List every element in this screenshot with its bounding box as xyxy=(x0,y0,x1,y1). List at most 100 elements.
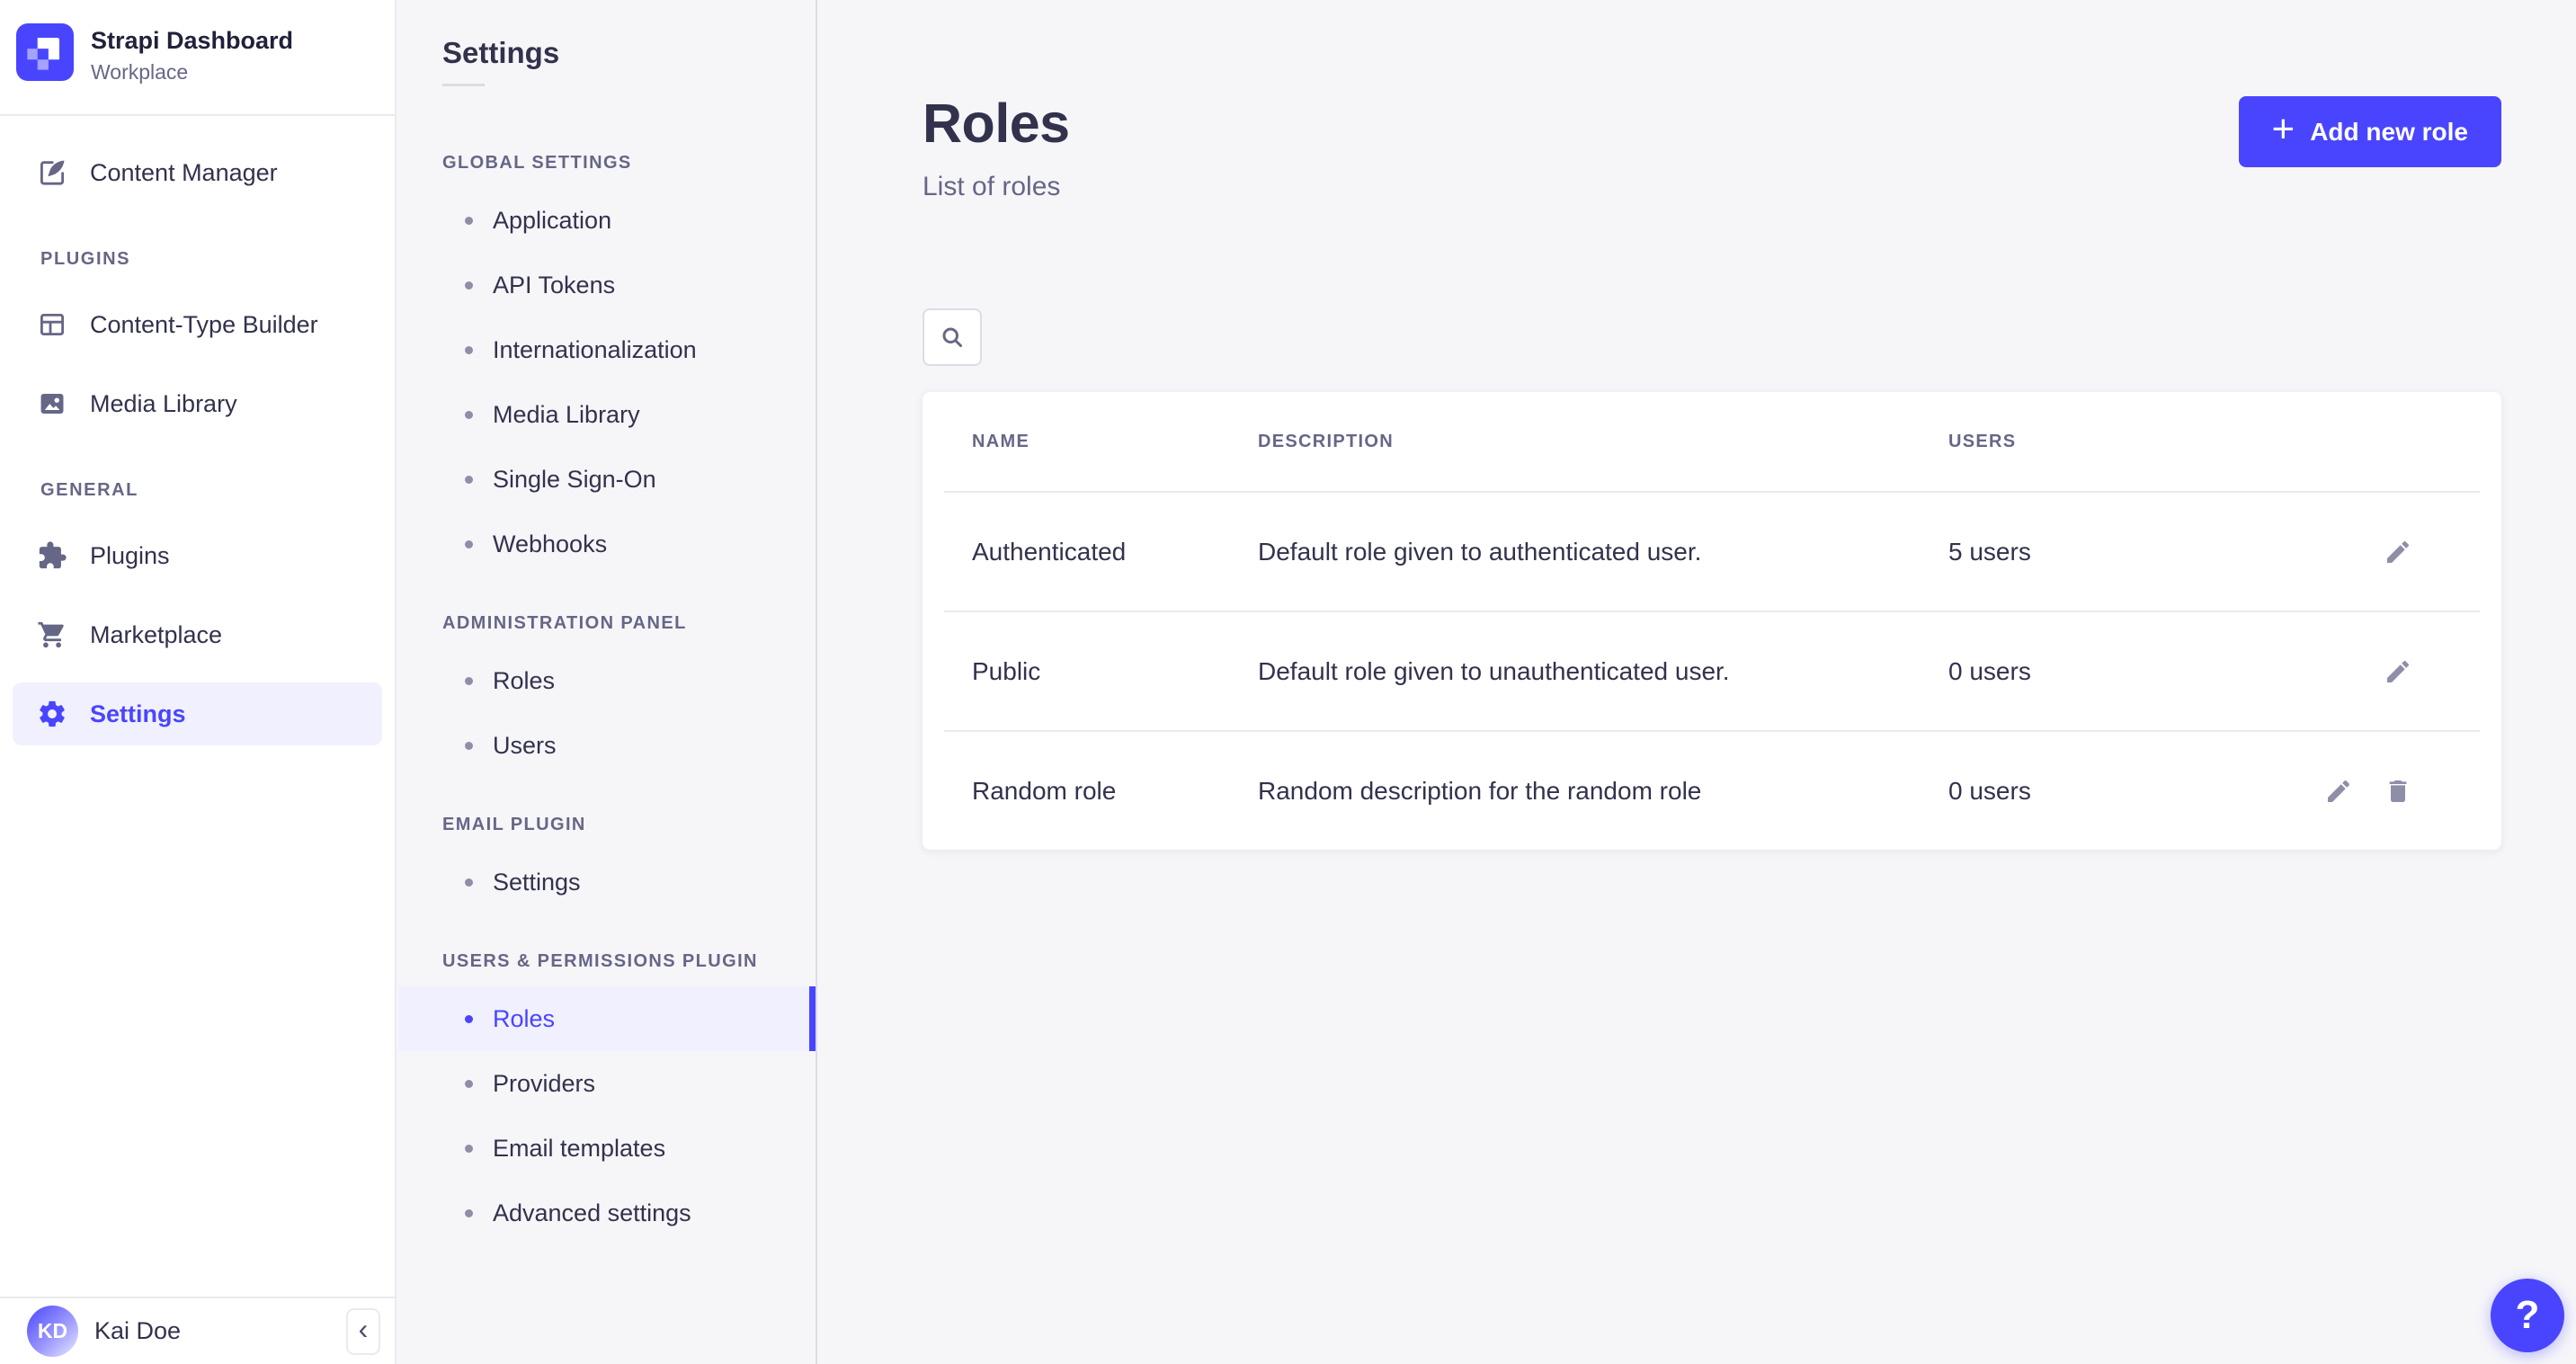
role-name: Public xyxy=(972,657,1258,686)
strapi-logo-icon xyxy=(16,23,74,81)
sidebar-item-label: Content Manager xyxy=(90,159,278,187)
subnav-item-advanced-settings[interactable]: Advanced settings xyxy=(398,1181,816,1245)
page-header-text: Roles List of roles xyxy=(923,94,1070,202)
collapse-sidebar-button[interactable]: ‹ xyxy=(346,1308,380,1355)
bullet-icon xyxy=(465,677,473,685)
search-icon xyxy=(939,324,966,351)
subnav-item-label: Internationalization xyxy=(493,336,697,364)
column-header-users: USERS xyxy=(1948,432,2416,452)
table-header-row: NAME DESCRIPTION USERS xyxy=(923,392,2501,491)
settings-sidebar: Settings GLOBAL SETTINGS Application API… xyxy=(398,0,817,1364)
sidebar-item-media-library[interactable]: Media Library xyxy=(13,372,382,435)
subnav-item-internationalization[interactable]: Internationalization xyxy=(398,317,816,382)
add-new-role-label: Add new role xyxy=(2310,118,2468,147)
subnav-item-label: Settings xyxy=(493,869,581,896)
sidebar-item-settings[interactable]: Settings xyxy=(13,682,382,745)
workspace-name: Workplace xyxy=(91,60,293,85)
search-button[interactable] xyxy=(923,308,982,366)
edit-role-button[interactable] xyxy=(2384,655,2416,688)
edit-role-button[interactable] xyxy=(2384,536,2416,568)
subnav-item-label: Providers xyxy=(493,1070,595,1098)
subnav-item-webhooks[interactable]: Webhooks xyxy=(398,512,816,576)
page-header: Roles List of roles + Add new role xyxy=(923,0,2501,202)
subnav-section-users-permissions-label: USERS & PERMISSIONS PLUGIN xyxy=(442,951,794,972)
sidebar-item-label: Marketplace xyxy=(90,621,222,649)
role-users-count: 0 users xyxy=(1948,777,2324,806)
subnav-item-label: Email templates xyxy=(493,1135,665,1163)
edit-role-button[interactable] xyxy=(2324,775,2357,807)
row-actions xyxy=(2384,655,2416,688)
add-new-role-button[interactable]: + Add new role xyxy=(2239,96,2502,167)
table-row-public[interactable]: Public Default role given to unauthentic… xyxy=(923,612,2501,730)
bullet-icon xyxy=(465,476,473,484)
role-description: Default role given to unauthenticated us… xyxy=(1258,657,1948,686)
table-row-random-role[interactable]: Random role Random description for the r… xyxy=(923,732,2501,850)
subnav-item-single-sign-on[interactable]: Single Sign-On xyxy=(398,447,816,512)
table-row-authenticated[interactable]: Authenticated Default role given to auth… xyxy=(923,493,2501,611)
avatar-initials: KD xyxy=(38,1319,67,1343)
subnav-item-label: Application xyxy=(493,207,611,235)
subnav-section-email-plugin-label: EMAIL PLUGIN xyxy=(442,815,794,835)
column-header-description: DESCRIPTION xyxy=(1258,432,1948,452)
bullet-icon xyxy=(465,742,473,750)
plus-icon: + xyxy=(2272,110,2295,149)
subnav-item-label: Webhooks xyxy=(493,530,607,558)
user-name: Kai Doe xyxy=(94,1317,346,1345)
user-row: KD Kai Doe ‹ xyxy=(0,1298,395,1364)
divider xyxy=(442,84,485,86)
nav-section-plugins-label: PLUGINS xyxy=(40,249,382,270)
role-description: Random description for the random role xyxy=(1258,777,1948,806)
subnav-item-application[interactable]: Application xyxy=(398,188,816,253)
sidebar-item-label: Media Library xyxy=(90,390,237,418)
page-subtitle: List of roles xyxy=(923,172,1070,202)
subnav-item-label: Users xyxy=(493,732,557,760)
primary-sidebar: Strapi Dashboard Workplace Content Manag… xyxy=(0,0,397,1364)
row-actions xyxy=(2384,536,2416,568)
bullet-icon xyxy=(465,217,473,225)
sidebar-item-plugins[interactable]: Plugins xyxy=(13,524,382,587)
subnav-item-up-roles[interactable]: Roles xyxy=(398,986,816,1051)
pencil-icon xyxy=(2384,657,2412,686)
role-name: Authenticated xyxy=(972,538,1258,566)
image-icon xyxy=(37,388,67,419)
subnav-item-admin-users[interactable]: Users xyxy=(398,713,816,778)
avatar[interactable]: KD xyxy=(27,1306,78,1357)
row-actions xyxy=(2324,775,2416,807)
puzzle-icon xyxy=(37,540,67,571)
bullet-icon xyxy=(465,1080,473,1088)
subnav-item-email-templates[interactable]: Email templates xyxy=(398,1116,816,1181)
help-button[interactable]: ? xyxy=(2491,1279,2564,1352)
subnav-item-media-library[interactable]: Media Library xyxy=(398,382,816,447)
cart-icon xyxy=(37,620,67,650)
subnav-item-api-tokens[interactable]: API Tokens xyxy=(398,253,816,317)
app-brand[interactable]: Strapi Dashboard Workplace xyxy=(0,0,395,85)
sidebar-item-content-type-builder[interactable]: Content-Type Builder xyxy=(13,293,382,356)
subnav-item-label: Advanced settings xyxy=(493,1199,691,1227)
app-title: Strapi Dashboard xyxy=(91,27,293,55)
sidebar-item-marketplace[interactable]: Marketplace xyxy=(13,603,382,666)
brand-text: Strapi Dashboard Workplace xyxy=(91,23,293,85)
subnav-item-providers[interactable]: Providers xyxy=(398,1051,816,1116)
delete-role-button[interactable] xyxy=(2384,775,2416,807)
pencil-icon xyxy=(2384,538,2412,566)
subnav-item-label: Roles xyxy=(493,667,555,695)
subnav-item-email-settings[interactable]: Settings xyxy=(398,850,816,914)
bullet-icon xyxy=(465,281,473,290)
subnav-item-label: Roles xyxy=(493,1005,555,1033)
settings-sidebar-title: Settings xyxy=(398,0,816,70)
subnav-item-label: API Tokens xyxy=(493,272,615,299)
nav-section-general-label: GENERAL xyxy=(40,480,382,501)
column-header-name: NAME xyxy=(972,432,1258,452)
sidebar-item-content-manager[interactable]: Content Manager xyxy=(13,141,382,204)
sidebar-item-label: Settings xyxy=(90,700,186,728)
trash-icon xyxy=(2384,777,2412,806)
subnav-item-admin-roles[interactable]: Roles xyxy=(398,648,816,713)
main-content: Roles List of roles + Add new role NAME … xyxy=(819,0,2576,1364)
layout-icon xyxy=(37,309,67,340)
gear-icon xyxy=(37,699,67,729)
role-name: Random role xyxy=(972,777,1258,806)
bullet-icon xyxy=(465,878,473,887)
bullet-icon xyxy=(465,1145,473,1153)
sidebar-footer: KD Kai Doe ‹ xyxy=(0,1297,395,1364)
bullet-icon xyxy=(465,346,473,354)
